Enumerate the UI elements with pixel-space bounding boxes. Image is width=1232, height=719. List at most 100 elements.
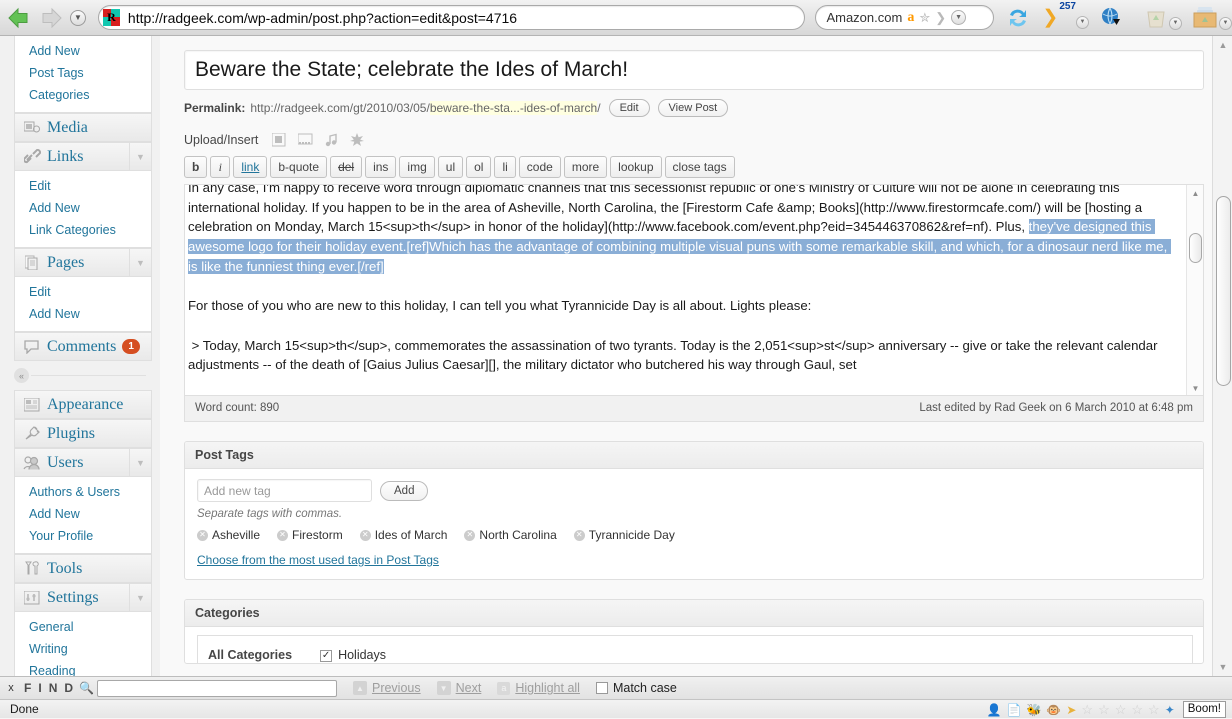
- scroll-down-arrow-icon[interactable]: ▼: [1187, 380, 1203, 395]
- page-scroll-thumb[interactable]: [1216, 196, 1231, 386]
- history-dropdown-icon[interactable]: ▼: [70, 9, 86, 26]
- search-dropdown-icon[interactable]: ▼: [951, 10, 967, 25]
- sidebar-item-pages-add-new[interactable]: Add New: [15, 303, 151, 325]
- sidebar-item-authors-and-users[interactable]: Authors & Users: [15, 481, 151, 503]
- sidebar-item-settings-general[interactable]: General: [15, 616, 151, 638]
- sidebar-item-pages[interactable]: Pages ▼: [14, 248, 152, 277]
- sidebar-item-users[interactable]: Users ▼: [14, 448, 152, 477]
- sidebar-item-comments[interactable]: Comments 1: [14, 332, 152, 361]
- trash-dropdown-icon[interactable]: ▼: [1169, 16, 1182, 30]
- category-checkbox[interactable]: ✓: [320, 650, 333, 662]
- choose-most-used-tags-link[interactable]: Choose from the most used tags in Post T…: [197, 553, 439, 567]
- chevron-down-icon[interactable]: ▼: [129, 449, 151, 476]
- editor-button-link[interactable]: link: [233, 156, 268, 178]
- post-content-textarea[interactable]: In any case, I'm happy to receive word t…: [184, 184, 1204, 396]
- find-next-button[interactable]: ▼ Next: [436, 681, 481, 695]
- sidebar-item-settings-reading[interactable]: Reading: [15, 660, 151, 676]
- scroll-up-arrow-icon[interactable]: ▲: [1187, 185, 1203, 202]
- sidebar-item-post-tags[interactable]: Post Tags: [15, 62, 151, 84]
- collapse-menu-row[interactable]: «: [14, 368, 146, 383]
- editor-scrollbar[interactable]: ▲ ▼: [1186, 185, 1203, 395]
- rating-star-icon[interactable]: ☆: [1115, 702, 1127, 718]
- sidebar-item-categories[interactable]: Categories: [15, 84, 151, 106]
- editor-button-ul[interactable]: ul: [437, 156, 464, 178]
- feed-icon[interactable]: ❯ 257 ▼: [1042, 1, 1089, 29]
- page-scroll-down-icon[interactable]: ▼: [1213, 658, 1232, 676]
- find-previous-button[interactable]: ▲ Previous: [352, 681, 421, 695]
- chevron-down-icon[interactable]: ▼: [129, 143, 151, 170]
- sidebar-item-settings-writing[interactable]: Writing: [15, 638, 151, 660]
- sidebar-item-users-add-new[interactable]: Add New: [15, 503, 151, 525]
- editor-button-code[interactable]: code: [518, 156, 561, 178]
- page-scrollbar[interactable]: ▲ ▼: [1212, 36, 1232, 676]
- address-bar[interactable]: R http://radgeek.com/wp-admin/post.php?a…: [97, 5, 806, 30]
- chevron-right-icon[interactable]: ❯: [935, 10, 946, 26]
- match-case-checkbox[interactable]: Match case: [595, 681, 677, 695]
- sidebar-item-links[interactable]: Links ▼: [14, 142, 152, 171]
- remove-tag-icon[interactable]: ✕: [197, 529, 208, 541]
- page-icon[interactable]: 📄: [1006, 704, 1021, 716]
- chevron-down-icon[interactable]: ▼: [129, 584, 151, 611]
- trash-icon[interactable]: ▼: [1144, 6, 1182, 30]
- refresh-icon[interactable]: [1005, 5, 1031, 31]
- remove-tag-icon[interactable]: ✕: [277, 529, 289, 541]
- checkbox-icon[interactable]: [595, 682, 608, 694]
- sidebar-item-links-add-new[interactable]: Add New: [15, 197, 151, 219]
- favorites-star-icon[interactable]: ✮: [919, 10, 930, 26]
- globe-download-icon[interactable]: [1100, 7, 1122, 29]
- add-image-icon[interactable]: [272, 133, 286, 147]
- search-bar[interactable]: Amazon.com a ✮ ❯ ▼: [815, 5, 995, 30]
- rating-star-icon[interactable]: ☆: [1131, 702, 1143, 718]
- rating-star-icon[interactable]: ☆: [1081, 702, 1093, 718]
- monkey-icon[interactable]: 🐵: [1046, 704, 1061, 716]
- sidebar-item-add-new-post[interactable]: Add New: [15, 40, 151, 62]
- editor-button-italic[interactable]: i: [210, 156, 231, 178]
- post-title-input[interactable]: Beware the State; celebrate the Ides of …: [184, 50, 1204, 90]
- editor-button-blockquote[interactable]: b-quote: [270, 156, 328, 178]
- tab-all-categories[interactable]: All Categories: [208, 648, 292, 663]
- butterfly-icon[interactable]: ✦: [1165, 704, 1175, 716]
- add-media-icon[interactable]: [350, 133, 365, 147]
- remove-tag-icon[interactable]: ✕: [359, 529, 371, 541]
- feed-dropdown-icon[interactable]: ▼: [1076, 15, 1089, 29]
- editor-button-del[interactable]: del: [330, 156, 363, 178]
- editor-button-ins[interactable]: ins: [365, 156, 397, 178]
- back-arrow-icon[interactable]: [6, 5, 32, 31]
- folder-dropdown-icon[interactable]: ▼: [1219, 16, 1232, 30]
- sidebar-item-link-categories[interactable]: Link Categories: [15, 219, 151, 241]
- editor-scroll-thumb[interactable]: [1189, 233, 1202, 263]
- add-video-icon[interactable]: [298, 133, 313, 147]
- editor-button-img[interactable]: img: [399, 156, 435, 178]
- add-tag-button[interactable]: Add: [380, 480, 429, 501]
- sidebar-item-your-profile[interactable]: Your Profile: [15, 525, 151, 547]
- bug-icon[interactable]: 🐝: [1026, 704, 1041, 716]
- view-post-button[interactable]: View Post: [657, 99, 729, 117]
- editor-button-lookup[interactable]: lookup: [610, 156, 662, 178]
- rating-star-icon[interactable]: ☆: [1148, 702, 1160, 718]
- close-find-bar-icon[interactable]: x: [4, 682, 18, 694]
- rating-star-icon[interactable]: ☆: [1098, 702, 1110, 718]
- editor-button-more[interactable]: more: [563, 156, 608, 178]
- page-scroll-up-icon[interactable]: ▲: [1213, 36, 1232, 54]
- sidebar-item-settings[interactable]: Settings ▼: [14, 583, 152, 612]
- category-list-item[interactable]: ✓ Holidays: [320, 648, 386, 663]
- folder-icon[interactable]: ▼: [1192, 6, 1232, 30]
- chevron-down-icon[interactable]: ▼: [129, 249, 151, 276]
- sidebar-item-appearance[interactable]: Appearance: [14, 390, 152, 419]
- edit-permalink-button[interactable]: Edit: [608, 99, 650, 117]
- post-content-text[interactable]: In any case, I'm happy to receive word t…: [185, 185, 1185, 375]
- sidebar-item-tools[interactable]: Tools: [14, 554, 152, 583]
- remove-tag-icon[interactable]: ✕: [464, 529, 476, 541]
- sidebar-item-links-edit[interactable]: Edit: [15, 175, 151, 197]
- editor-button-bold[interactable]: b: [184, 156, 208, 178]
- remove-tag-icon[interactable]: ✕: [573, 529, 585, 541]
- find-input[interactable]: [96, 679, 337, 697]
- user-hand-icon[interactable]: 👤: [987, 704, 1002, 716]
- collapse-menu-icon[interactable]: «: [14, 368, 29, 383]
- add-audio-icon[interactable]: [325, 133, 338, 147]
- sidebar-item-pages-edit[interactable]: Edit: [15, 281, 151, 303]
- editor-button-ol[interactable]: ol: [466, 156, 492, 178]
- editor-button-close-tags[interactable]: close tags: [664, 156, 735, 178]
- new-tag-input[interactable]: Add new tag: [197, 479, 372, 502]
- highlight-all-button[interactable]: a Highlight all: [497, 681, 580, 695]
